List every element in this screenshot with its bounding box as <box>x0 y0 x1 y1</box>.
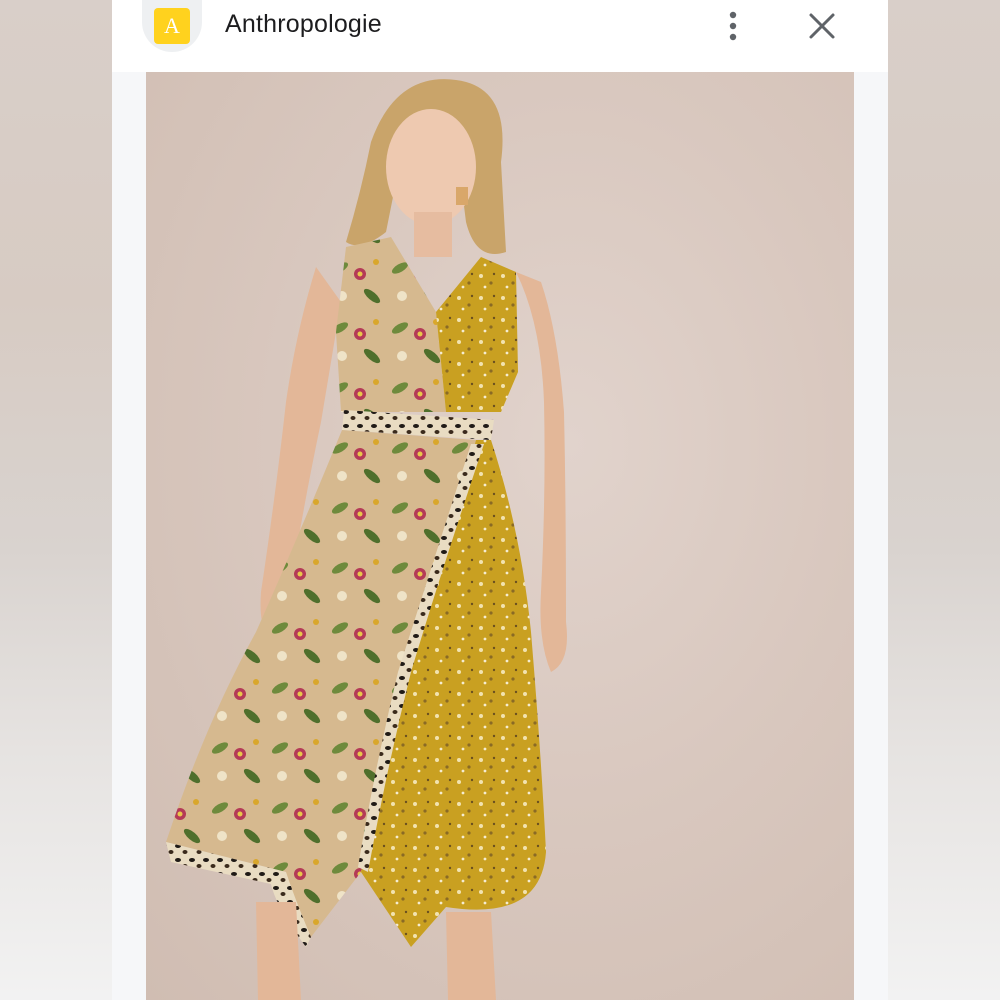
model-in-dress-illustration <box>166 79 567 1000</box>
preview-header: A Anthropologie <box>112 0 888 72</box>
blurred-background-right <box>888 0 1000 1000</box>
favicon-letter: A <box>154 8 190 44</box>
more-vertical-icon <box>729 11 737 41</box>
blurred-background-left <box>0 0 112 1000</box>
preview-sheet: A Anthropologie <box>112 0 888 1000</box>
site-favicon: A <box>142 0 202 52</box>
more-options-button[interactable] <box>718 8 748 44</box>
close-icon <box>809 13 835 39</box>
product-photo[interactable] <box>146 72 854 1000</box>
close-button[interactable] <box>802 6 842 46</box>
site-name: Anthropologie <box>225 10 382 38</box>
